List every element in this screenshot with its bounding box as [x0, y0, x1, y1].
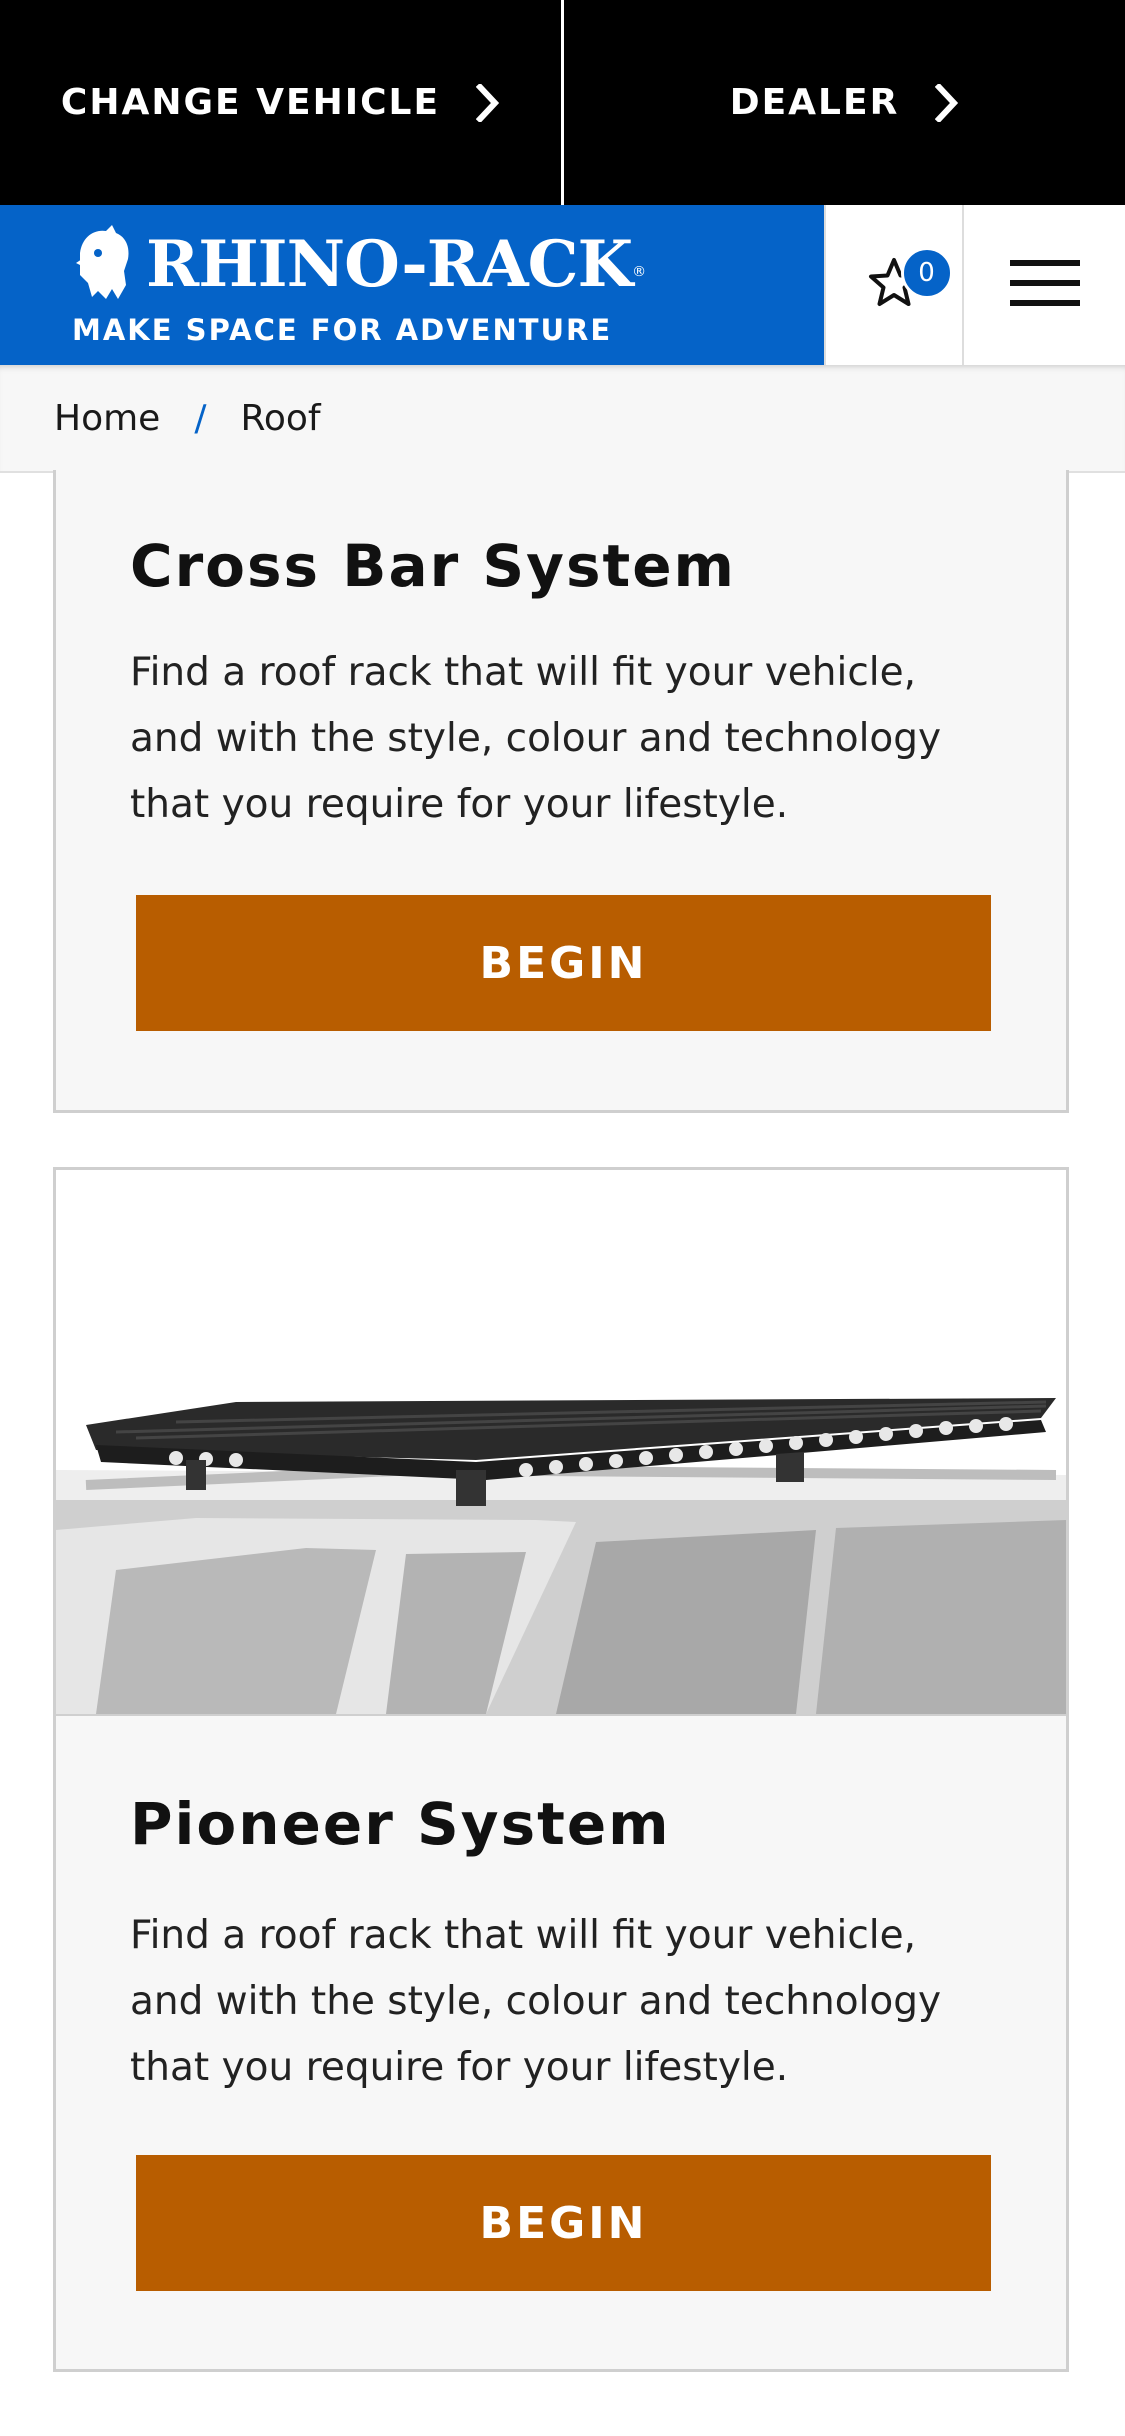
- begin-button[interactable]: BEGIN: [136, 2155, 991, 2291]
- change-vehicle-button[interactable]: CHANGE VEHICLE: [0, 0, 561, 205]
- begin-button[interactable]: BEGIN: [136, 895, 991, 1031]
- brand-logo-link[interactable]: RHINO-RACK ® MAKE SPACE FOR ADVENTURE: [0, 205, 824, 365]
- logo: RHINO-RACK ®: [72, 223, 646, 305]
- wishlist-count-badge: 0: [900, 247, 953, 299]
- card-title: Pioneer System: [130, 1790, 671, 1858]
- registered-mark: ®: [632, 264, 647, 280]
- change-vehicle-label: CHANGE VEHICLE: [60, 82, 441, 123]
- breadcrumb-home-link[interactable]: Home: [54, 398, 160, 439]
- site-header: RHINO-RACK ® MAKE SPACE FOR ADVENTURE 0: [0, 205, 1125, 365]
- chevron-right-icon: [935, 83, 959, 122]
- pioneer-product-image: [56, 1170, 1066, 1716]
- brand-tagline: MAKE SPACE FOR ADVENTURE: [72, 313, 613, 347]
- dealer-label: DEALER: [729, 82, 900, 123]
- top-action-bar: CHANGE VEHICLE DEALER: [0, 0, 1125, 205]
- rhino-icon: [72, 223, 134, 305]
- dealer-button[interactable]: DEALER: [561, 0, 1125, 205]
- system-card-cross-bar: Cross Bar System Find a roof rack that w…: [53, 470, 1069, 1113]
- card-description: Find a roof rack that will fit your vehi…: [130, 1913, 942, 2090]
- breadcrumb-current: Roof: [240, 397, 321, 439]
- brand-name: RHINO-RACK: [146, 226, 633, 302]
- chevron-right-icon: [476, 83, 500, 122]
- wishlist-button[interactable]: 0: [823, 205, 963, 365]
- system-card-pioneer: Pioneer System Find a roof rack that wil…: [53, 1167, 1069, 2372]
- breadcrumb: Home / Roof: [0, 365, 1125, 473]
- breadcrumb-separator: /: [194, 397, 207, 439]
- menu-button[interactable]: [962, 205, 1125, 365]
- card-title: Cross Bar System: [130, 532, 736, 600]
- card-description: Find a roof rack that will fit your vehi…: [130, 650, 942, 827]
- hamburger-menu-icon: [1009, 258, 1080, 312]
